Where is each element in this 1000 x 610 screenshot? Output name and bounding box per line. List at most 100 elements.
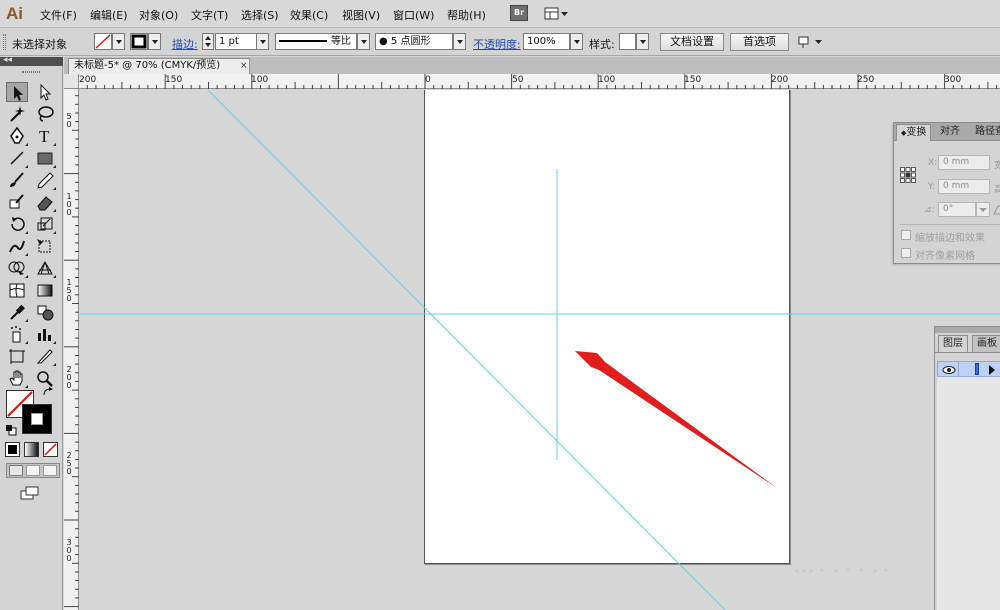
gradient-mode-button[interactable] xyxy=(24,442,39,457)
document-tab[interactable]: 未标题-5* @ 70% (CMYK/预览) × xyxy=(68,58,250,74)
draw-normal-button[interactable] xyxy=(9,465,23,476)
grip-handle[interactable] xyxy=(22,71,40,73)
none-mode-button[interactable] xyxy=(43,442,58,457)
tools-panel: ◂◂ T xyxy=(0,55,63,610)
workspace-switcher-button[interactable] xyxy=(544,6,570,21)
paintbrush-tool[interactable] xyxy=(6,170,28,190)
reference-point-icon[interactable] xyxy=(900,167,916,183)
graphic-style-dropdown[interactable] xyxy=(636,33,649,50)
free-transform-tool[interactable] xyxy=(34,236,56,256)
type-tool[interactable]: T xyxy=(34,126,56,146)
artboard-tool[interactable] xyxy=(6,346,28,366)
stroke-swatch[interactable] xyxy=(130,33,148,50)
blend-tool[interactable] xyxy=(34,302,56,322)
direct-selection-tool[interactable] xyxy=(34,82,56,102)
arrange-documents-button[interactable] xyxy=(798,35,826,49)
menu-effect[interactable]: 效果(C) xyxy=(290,7,328,23)
color-mode-button[interactable] xyxy=(5,442,20,457)
align-pixel-checkbox[interactable] xyxy=(901,248,911,258)
profile-dropdown[interactable] xyxy=(357,33,370,50)
gradient-tool[interactable] xyxy=(34,280,56,300)
perspective-grid-tool[interactable] xyxy=(34,258,56,278)
selection-tool[interactable] xyxy=(6,82,28,102)
screen-mode-button[interactable] xyxy=(20,486,40,500)
layer-list[interactable] xyxy=(937,377,1000,610)
layer-row[interactable] xyxy=(937,361,1000,377)
swap-fill-stroke-icon[interactable] xyxy=(42,387,54,399)
menu-object[interactable]: 对象(O) xyxy=(139,7,178,23)
lasso-tool[interactable] xyxy=(34,104,56,124)
stroke-color-box[interactable] xyxy=(22,404,52,434)
shape-builder-tool[interactable] xyxy=(6,258,28,278)
menu-help[interactable]: 帮助(H) xyxy=(447,7,486,23)
stroke-weight-stepper[interactable] xyxy=(202,33,214,50)
canvas[interactable] xyxy=(80,90,1000,610)
ruler-origin[interactable] xyxy=(64,74,79,89)
variable-width-profile[interactable]: 等比 xyxy=(275,33,357,50)
angle-field[interactable]: 0° xyxy=(938,202,976,217)
zoom-tool[interactable] xyxy=(34,368,56,388)
tab-layers[interactable]: 图层 xyxy=(938,335,968,352)
brush-definition[interactable]: ● 5 点圆形 xyxy=(375,33,453,50)
draw-inside-button[interactable] xyxy=(43,465,57,476)
opacity-label[interactable]: 不透明度: xyxy=(473,36,521,52)
menu-type[interactable]: 文字(T) xyxy=(191,7,228,23)
menu-select[interactable]: 选择(S) xyxy=(241,7,279,23)
hand-tool[interactable] xyxy=(6,368,28,388)
warp-tool[interactable] xyxy=(6,236,28,256)
expand-layer-icon[interactable] xyxy=(988,365,996,375)
symbol-sprayer-tool[interactable] xyxy=(6,324,28,344)
panel-header[interactable] xyxy=(935,327,1000,333)
menu-file[interactable]: 文件(F) xyxy=(40,7,77,23)
graphic-style-swatch[interactable] xyxy=(619,33,636,50)
opacity-dropdown[interactable] xyxy=(570,33,583,50)
stroke-label[interactable]: 描边: xyxy=(172,36,198,52)
document-setup-button[interactable]: 文档设置 xyxy=(660,33,724,51)
pen-tool[interactable] xyxy=(6,126,28,146)
tools-panel-header[interactable]: ◂◂ xyxy=(0,55,63,66)
menu-window[interactable]: 窗口(W) xyxy=(393,7,434,23)
rotate-tool[interactable] xyxy=(6,214,28,234)
fill-dropdown[interactable] xyxy=(112,33,125,50)
line-segment-tool[interactable] xyxy=(6,148,28,168)
angle-dropdown[interactable] xyxy=(976,202,990,217)
collapse-icon[interactable]: ◂◂ xyxy=(3,55,12,65)
tab-pathfinder[interactable]: 路径查 xyxy=(971,124,1000,141)
brush-dropdown[interactable] xyxy=(453,33,466,50)
draw-behind-button[interactable] xyxy=(26,465,40,476)
fill-swatch[interactable] xyxy=(94,33,112,50)
opacity-field[interactable]: 100% xyxy=(523,33,570,50)
diagonal-guide[interactable] xyxy=(207,90,726,610)
stroke-dropdown[interactable] xyxy=(148,33,161,50)
red-arrow-shape[interactable] xyxy=(575,351,780,490)
vertical-ruler[interactable]: 50 100 150 200 250 300 xyxy=(64,89,79,610)
horizontal-ruler[interactable]: 200 150 100 0 50 100 150 200 250 300 xyxy=(79,74,1000,89)
grip-handle[interactable] xyxy=(3,34,6,50)
preferences-button[interactable]: 首选项 xyxy=(730,33,789,51)
menu-edit[interactable]: 编辑(E) xyxy=(90,7,128,23)
stroke-weight-dropdown[interactable] xyxy=(256,33,269,50)
pencil-tool[interactable] xyxy=(34,170,56,190)
bridge-button[interactable]: Br xyxy=(510,5,528,21)
eyedropper-tool[interactable] xyxy=(6,302,28,322)
blob-brush-tool[interactable] xyxy=(6,192,28,212)
y-field[interactable]: 0 mm xyxy=(938,179,990,194)
scale-strokes-checkbox[interactable] xyxy=(901,230,911,240)
eraser-tool[interactable] xyxy=(34,192,56,212)
slice-tool[interactable] xyxy=(34,346,56,366)
scale-tool[interactable] xyxy=(34,214,56,234)
rectangle-tool[interactable] xyxy=(34,148,56,168)
close-tab-icon[interactable]: × xyxy=(240,59,248,73)
column-graph-tool[interactable] xyxy=(34,324,56,344)
default-fill-stroke-icon[interactable] xyxy=(5,424,17,436)
tab-artboards[interactable]: 画板 xyxy=(972,335,1000,352)
x-field[interactable]: 0 mm xyxy=(938,155,990,170)
tab-transform[interactable]: ◆变换 xyxy=(896,124,932,141)
ruler-label: 100 xyxy=(598,75,616,85)
visibility-eye-icon[interactable] xyxy=(942,365,956,375)
magic-wand-tool[interactable] xyxy=(6,104,28,124)
menu-view[interactable]: 视图(V) xyxy=(342,7,380,23)
tab-align[interactable]: 对齐 xyxy=(936,124,964,141)
stroke-weight-field[interactable]: 1 pt xyxy=(215,33,257,50)
mesh-tool[interactable] xyxy=(6,280,28,300)
